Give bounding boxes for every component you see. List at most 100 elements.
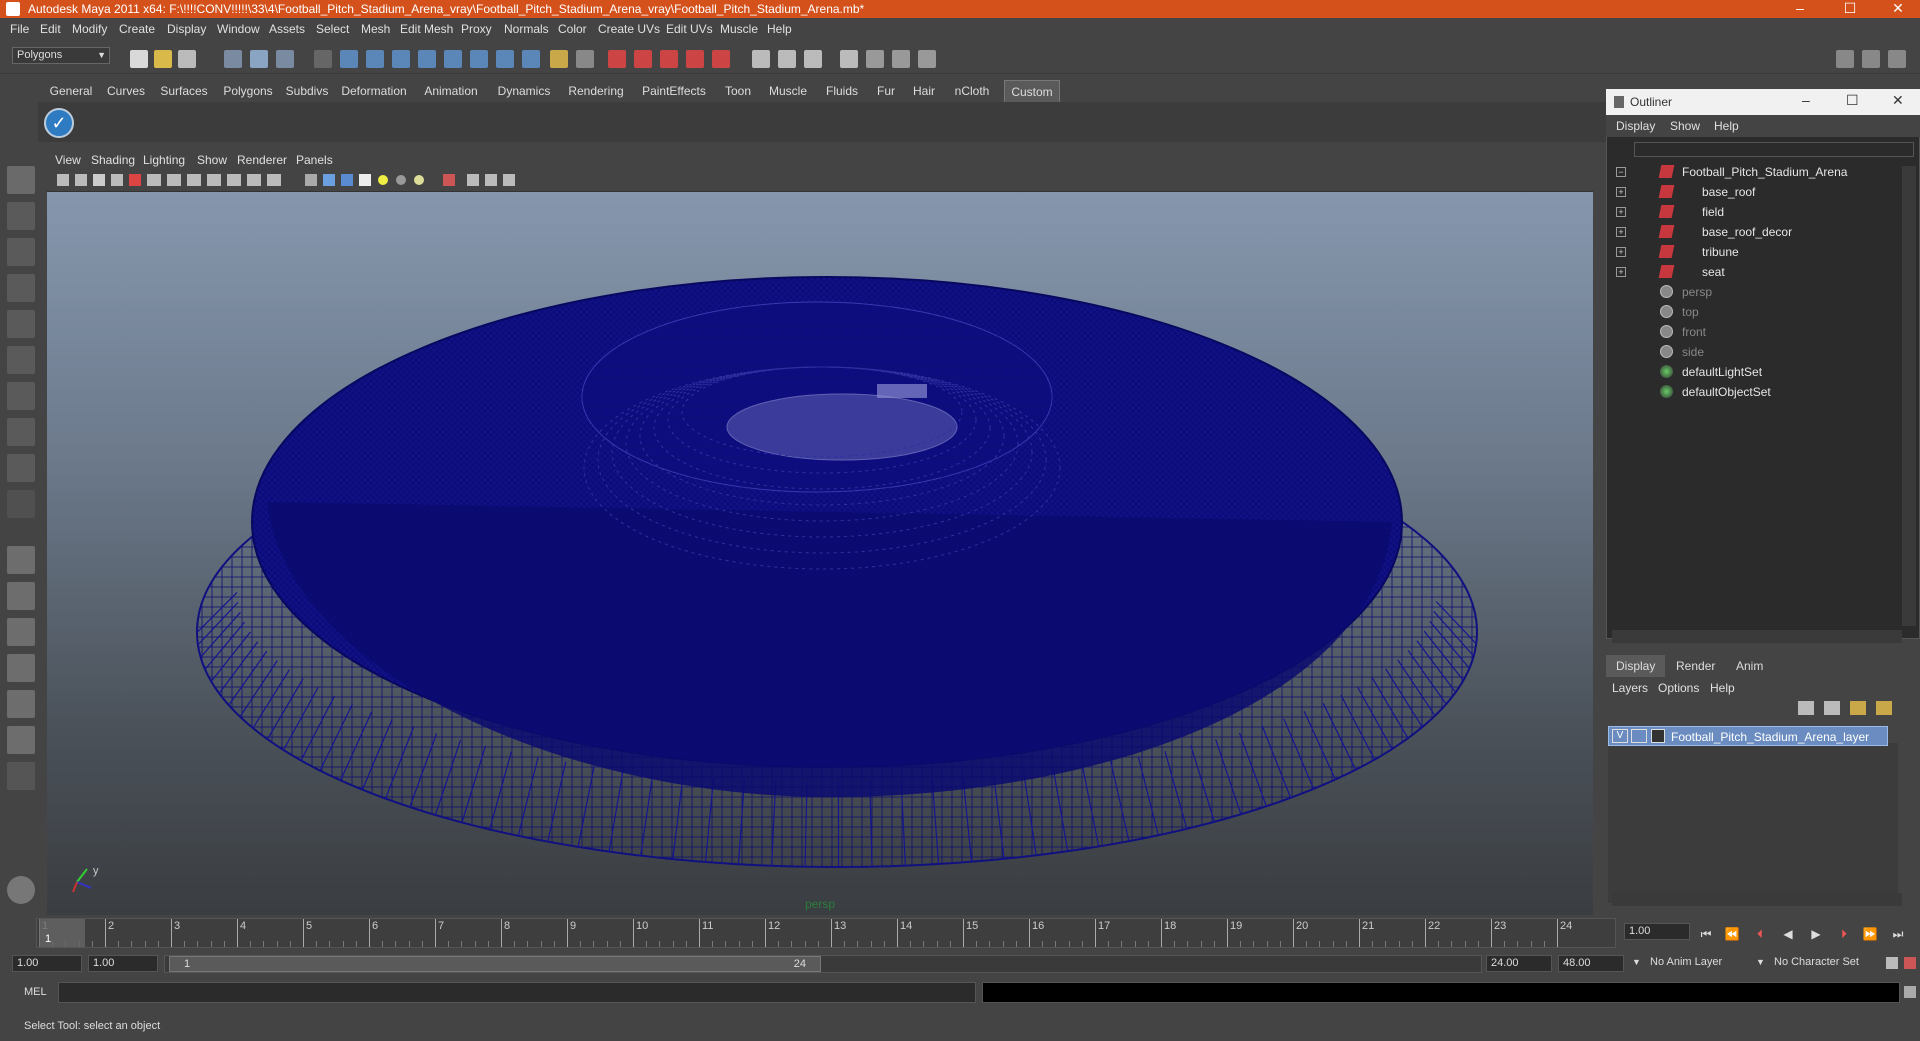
minimize-button[interactable]: –	[1778, 0, 1822, 18]
viewport-icons[interactable]	[47, 170, 567, 192]
snap-to-points-icon[interactable]	[660, 50, 678, 68]
menu-help[interactable]: Help	[767, 22, 792, 36]
menu-mesh[interactable]: Mesh	[361, 22, 390, 36]
menu-select[interactable]: Select	[316, 22, 349, 36]
outliner-item-side[interactable]: side	[1610, 342, 1910, 362]
rotate-tool-icon[interactable]	[7, 310, 35, 338]
open-scene-icon[interactable]	[154, 50, 172, 68]
select-by-surface-icon[interactable]	[392, 50, 410, 68]
expand-icon[interactable]: +	[1616, 267, 1626, 277]
menu-create[interactable]: Create	[119, 22, 155, 36]
go-to-end-icon[interactable]: ⏭	[1890, 926, 1906, 942]
universal-manipulator-icon[interactable]	[7, 382, 35, 410]
last-tool-icon[interactable]	[7, 490, 35, 518]
checkmark-shelf-icon[interactable]: ✓	[44, 108, 74, 138]
move-layer-up-icon[interactable]	[1850, 701, 1866, 715]
shelf-tab-ncloth[interactable]: nCloth	[948, 80, 996, 102]
anim-layer-dropdown[interactable]: No Anim Layer	[1646, 955, 1756, 972]
menu-file[interactable]: File	[10, 22, 29, 36]
current-time-field[interactable]: 1.00	[1624, 923, 1690, 940]
shelf-tab-general[interactable]: General	[46, 80, 96, 102]
select-by-joint-icon[interactable]	[340, 50, 358, 68]
select-tool-icon[interactable]	[7, 166, 35, 194]
select-by-handle-icon[interactable]	[314, 50, 332, 68]
outliner-menu-help[interactable]: Help	[1714, 119, 1739, 133]
maximize-button[interactable]: ☐	[1828, 0, 1872, 18]
menu-normals[interactable]: Normals	[504, 22, 549, 36]
play-backwards-icon[interactable]: ◀	[1780, 926, 1796, 942]
shelf-tab-hair[interactable]: Hair	[908, 80, 940, 102]
shelf-tab-surfaces[interactable]: Surfaces	[156, 80, 212, 102]
save-scene-icon[interactable]	[178, 50, 196, 68]
single-perspective-layout-icon[interactable]	[7, 546, 35, 574]
outliner-vertical-scrollbar[interactable]	[1902, 166, 1916, 626]
show-manipulator-icon[interactable]	[7, 454, 35, 482]
shelf-tab-muscle[interactable]: Muscle	[764, 80, 812, 102]
shelf-tab-fluids[interactable]: Fluids	[820, 80, 864, 102]
output-ops-icon[interactable]	[778, 50, 796, 68]
viewport-scene[interactable]: y persp	[47, 192, 1593, 915]
range-slider-handle[interactable]: 1 24	[169, 956, 821, 972]
outliner-item-top[interactable]: top	[1610, 302, 1910, 322]
menu-create-uvs[interactable]: Create UVs	[598, 22, 660, 36]
viewport-menu-show[interactable]: Show	[197, 153, 227, 167]
snap-to-grids-icon[interactable]	[608, 50, 626, 68]
outliner-horizontal-scrollbar[interactable]	[1612, 630, 1902, 643]
select-by-curve-icon[interactable]	[366, 50, 384, 68]
character-set-dropdown[interactable]: No Character Set	[1770, 955, 1884, 972]
menu-color[interactable]: Color	[558, 22, 587, 36]
step-forward-key-icon[interactable]: ⏩	[1862, 926, 1878, 942]
make-live-icon[interactable]	[712, 50, 730, 68]
select-by-dynamics-icon[interactable]	[444, 50, 462, 68]
shelf-tab-animation[interactable]: Animation	[418, 80, 484, 102]
shelf-tab-rendering[interactable]: Rendering	[564, 80, 628, 102]
playback-end-field[interactable]: 24.00	[1486, 955, 1552, 972]
more-layouts-icon[interactable]	[7, 762, 35, 790]
menu-display[interactable]: Display	[167, 22, 206, 36]
shelf-tab-dynamics[interactable]: Dynamics	[492, 80, 556, 102]
construction-history-icon[interactable]	[804, 50, 822, 68]
go-to-start-icon[interactable]: ⏮	[1698, 926, 1714, 942]
snap-to-view-planes-icon[interactable]	[686, 50, 704, 68]
outliner-item-root[interactable]: − Football_Pitch_Stadium_Arena	[1610, 162, 1910, 182]
outliner-item-tribune[interactable]: + tribune	[1610, 242, 1910, 262]
timeline-ticks[interactable]: 1234567891011121314151617181920212223241	[36, 918, 1616, 948]
layer-menu-options[interactable]: Options	[1658, 681, 1699, 695]
shelf-tab-deformation[interactable]: Deformation	[338, 80, 410, 102]
layer-color-swatch[interactable]	[1651, 729, 1665, 743]
outliner-close-button[interactable]: ✕	[1892, 92, 1904, 109]
soft-modification-icon[interactable]	[7, 418, 35, 446]
perspective-graph-layout-icon[interactable]	[7, 654, 35, 682]
outliner-menu-display[interactable]: Display	[1616, 119, 1655, 133]
show-tool-settings-icon[interactable]	[1862, 50, 1880, 68]
menu-window[interactable]: Window	[217, 22, 260, 36]
menu-set-dropdown[interactable]: Polygons ▼	[12, 47, 110, 64]
outliner-maximize-button[interactable]: ☐	[1846, 92, 1859, 109]
shelf-tab-curves[interactable]: Curves	[104, 80, 148, 102]
render-settings-icon[interactable]	[892, 50, 910, 68]
shelf-tab-polygons[interactable]: Polygons	[220, 80, 276, 102]
outliner-menu-show[interactable]: Show	[1670, 119, 1700, 133]
new-scene-icon[interactable]	[130, 50, 148, 68]
layer-playback-toggle[interactable]	[1631, 729, 1647, 743]
show-attribute-editor-icon[interactable]	[1836, 50, 1854, 68]
expand-icon[interactable]: +	[1616, 207, 1626, 217]
shelf-tab-painteffects[interactable]: PaintEffects	[636, 80, 712, 102]
graph-editor-layout-icon[interactable]	[7, 726, 35, 754]
help-icon[interactable]	[522, 50, 540, 68]
collapse-icon[interactable]: −	[1616, 167, 1626, 177]
chevron-down-icon[interactable]: ▼	[1756, 957, 1765, 967]
menu-modify[interactable]: Modify	[72, 22, 107, 36]
animation-end-field[interactable]: 48.00	[1558, 955, 1624, 972]
menu-edit-mesh[interactable]: Edit Mesh	[400, 22, 453, 36]
viewport-menu-renderer[interactable]: Renderer	[237, 153, 287, 167]
layer-visibility-toggle[interactable]: V	[1612, 729, 1628, 743]
step-forward-frame-icon[interactable]: ⏵	[1836, 926, 1852, 942]
close-button[interactable]: ✕	[1876, 0, 1920, 18]
outliner-item-seat[interactable]: + seat	[1610, 262, 1910, 282]
step-back-frame-icon[interactable]: ⏴	[1752, 926, 1768, 942]
viewport-menu-lighting[interactable]: Lighting	[143, 153, 185, 167]
select-hierarchy-icon[interactable]	[224, 50, 242, 68]
shelf-tab-toon[interactable]: Toon	[720, 80, 756, 102]
menu-assets[interactable]: Assets	[269, 22, 305, 36]
